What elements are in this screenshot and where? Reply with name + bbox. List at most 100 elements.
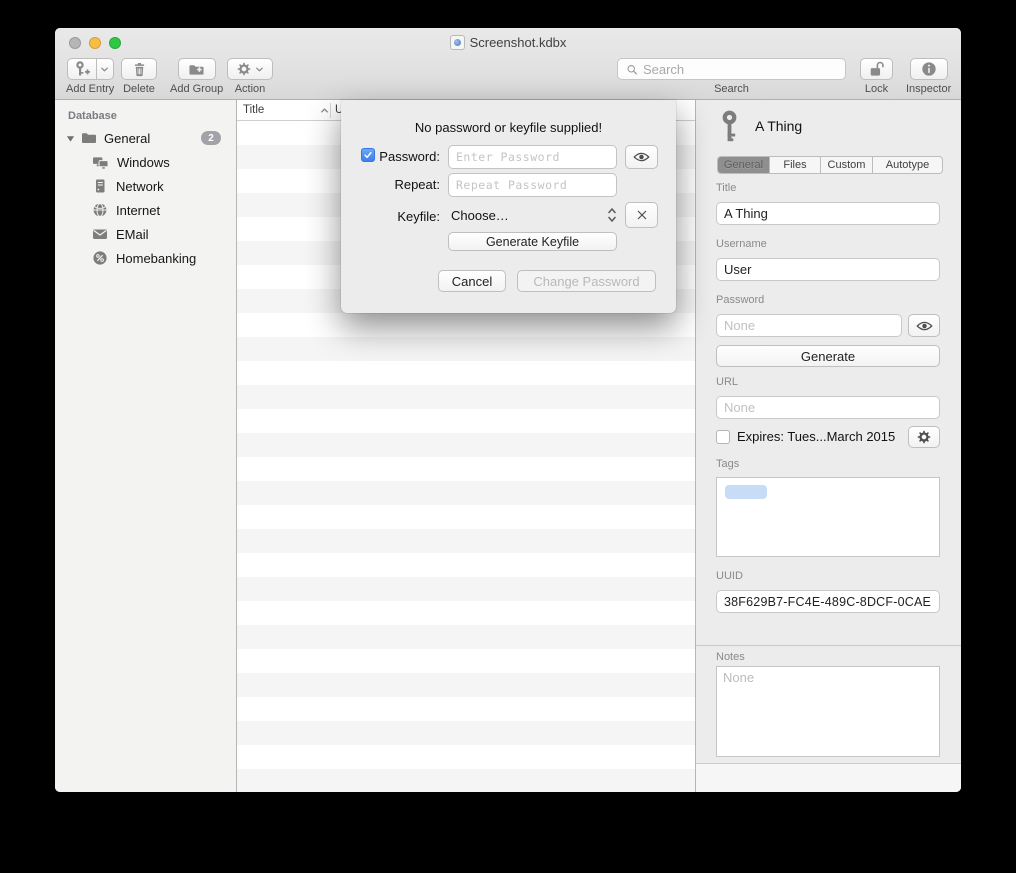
add-group-tool: Add Group: [170, 58, 223, 95]
key-icon: [720, 108, 739, 144]
inspector-tabs: General Files Custom Autotype: [717, 156, 943, 174]
key-plus-icon: [74, 61, 90, 77]
folder-plus-icon: [188, 62, 205, 77]
inspector-panel: A Thing General Files Custom Autotype Ti…: [696, 100, 961, 792]
search-input[interactable]: [643, 62, 837, 77]
generate-keyfile-button[interactable]: Generate Keyfile: [448, 232, 617, 251]
close-x-icon: [635, 208, 649, 222]
delete-tool: Delete: [121, 58, 157, 95]
cancel-button[interactable]: Cancel: [438, 270, 506, 292]
info-icon: [921, 61, 937, 77]
tags-label: Tags: [716, 458, 739, 470]
url-field[interactable]: [716, 396, 940, 419]
column-header-title[interactable]: Title: [237, 104, 330, 116]
add-group-label: Add Group: [170, 83, 223, 95]
toolbar: Add Entry Delete Add Group Action: [55, 55, 961, 100]
window-title: Screenshot.kdbx: [55, 35, 961, 50]
password-label: Password: [716, 294, 764, 306]
sidebar-item-internet[interactable]: Internet: [55, 198, 236, 222]
tab-files[interactable]: Files: [770, 157, 821, 173]
add-group-button[interactable]: [178, 58, 216, 80]
tab-general[interactable]: General: [718, 157, 770, 173]
dialog-keyfile-label: Keyfile:: [370, 209, 440, 224]
expires-checkbox[interactable]: [716, 430, 730, 444]
url-label: URL: [716, 376, 738, 388]
uuid-field[interactable]: [716, 590, 940, 613]
entry-count-badge: 2: [201, 131, 221, 145]
inspector-label: Inspector: [906, 83, 951, 95]
keyfile-popup[interactable]: Choose…: [448, 203, 617, 227]
expires-label: Expires: Tues...March 2015: [737, 429, 895, 444]
gear-icon: [237, 62, 251, 76]
add-entry-tool: Add Entry: [66, 58, 114, 95]
sidebar-item-windows[interactable]: Windows: [55, 150, 236, 174]
dialog-repeat-input[interactable]: [448, 173, 617, 197]
change-password-dialog: No password or keyfile supplied! Passwor…: [341, 100, 676, 313]
internet-globe-icon: [92, 202, 108, 218]
lock-tool: Lock: [860, 58, 893, 95]
eye-icon: [916, 320, 933, 332]
inspector-tool: Inspector: [906, 58, 951, 95]
eye-icon: [633, 151, 650, 163]
tag-chip[interactable]: [725, 485, 767, 499]
lock-icon: [869, 61, 884, 77]
tab-autotype[interactable]: Autotype: [873, 157, 942, 173]
window-chrome: Screenshot.kdbx Add Entry Delete: [55, 28, 961, 100]
expires-row: Expires: Tues...March 2015: [716, 429, 895, 444]
title-field[interactable]: [716, 202, 940, 225]
sort-ascending-icon: [319, 105, 330, 116]
clear-keyfile-button[interactable]: [625, 202, 658, 228]
sidebar-item-network[interactable]: Network: [55, 174, 236, 198]
change-password-button[interactable]: Change Password: [517, 270, 656, 292]
notes-label: Notes: [716, 651, 745, 663]
stepper-icon: [607, 206, 617, 224]
sidebar-item-general[interactable]: General 2: [55, 126, 236, 150]
action-label: Action: [235, 83, 266, 95]
generate-password-button[interactable]: Generate: [716, 345, 940, 367]
search-field-wrap: [617, 58, 846, 80]
username-field[interactable]: [716, 258, 940, 281]
document-icon: [450, 35, 465, 50]
sidebar-item-label: Homebanking: [116, 251, 196, 266]
folder-icon: [81, 131, 97, 145]
disclosure-triangle-icon[interactable]: [66, 131, 76, 146]
sidebar-item-label: General: [104, 131, 150, 146]
dialog-password-input[interactable]: [448, 145, 617, 169]
email-envelope-icon: [92, 227, 108, 241]
keyfile-popup-value: Choose…: [451, 208, 509, 223]
sidebar-item-label: Internet: [116, 203, 160, 218]
tab-custom[interactable]: Custom: [821, 157, 873, 173]
dialog-reveal-password-button[interactable]: [625, 145, 658, 169]
username-label: Username: [716, 238, 767, 250]
sidebar-item-email[interactable]: EMail: [55, 222, 236, 246]
reveal-password-button[interactable]: [908, 314, 940, 337]
inspector-button[interactable]: [910, 58, 948, 80]
entry-title: A Thing: [755, 118, 802, 134]
gear-icon: [917, 430, 931, 444]
sidebar-item-label: Network: [116, 179, 164, 194]
sidebar-item-homebanking[interactable]: Homebanking: [55, 246, 236, 270]
lock-label: Lock: [865, 83, 888, 95]
entry-header: A Thing: [720, 108, 802, 144]
search-icon: [626, 63, 638, 76]
sidebar-item-label: Windows: [117, 155, 170, 170]
sidebar-item-label: EMail: [116, 227, 149, 242]
search-label: Search: [714, 83, 749, 95]
expires-settings-button[interactable]: [908, 426, 940, 448]
password-field[interactable]: [716, 314, 902, 337]
add-entry-dropdown[interactable]: [97, 58, 114, 80]
divider: [696, 645, 961, 646]
notes-field[interactable]: [716, 666, 940, 757]
app-window: Screenshot.kdbx Add Entry Delete: [55, 28, 961, 792]
inspector-footer: [696, 763, 961, 792]
action-tool: Action: [227, 58, 273, 95]
dialog-message: No password or keyfile supplied!: [341, 120, 676, 135]
title-label: Title: [716, 182, 736, 194]
action-button[interactable]: [227, 58, 273, 80]
delete-button[interactable]: [121, 58, 157, 80]
windows-icon: [92, 155, 109, 170]
lock-button[interactable]: [860, 58, 893, 80]
dropdown-arrow-icon: [100, 65, 109, 74]
tags-box[interactable]: [716, 477, 940, 557]
add-entry-button[interactable]: [67, 58, 97, 80]
